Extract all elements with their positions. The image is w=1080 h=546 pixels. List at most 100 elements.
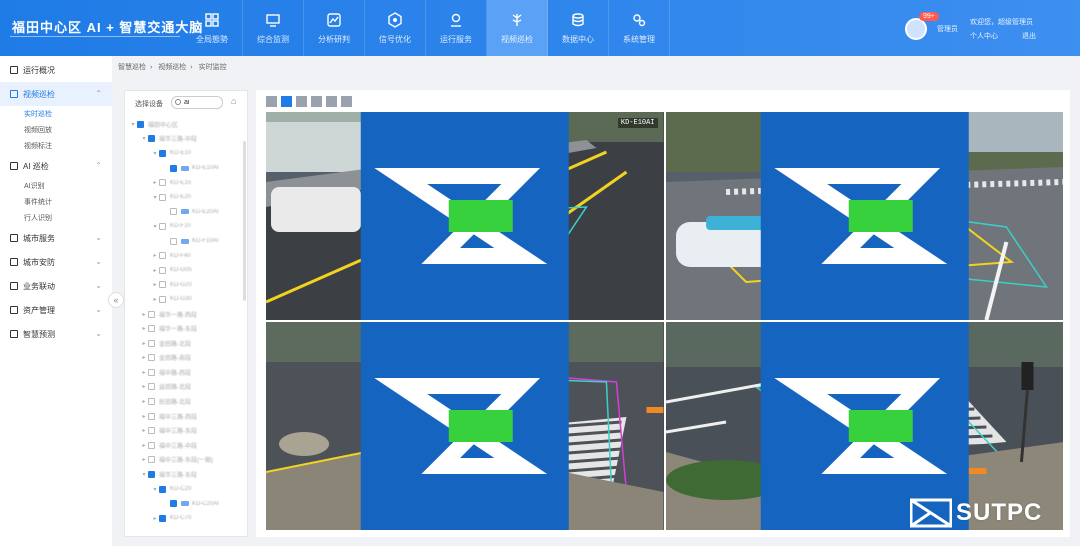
tree-toggle-icon[interactable]: ▾ xyxy=(151,194,159,201)
sidebar-collapse-button[interactable]: « xyxy=(108,292,124,308)
tree-checkbox[interactable] xyxy=(159,179,166,187)
tree-toggle-icon[interactable]: ▸ xyxy=(151,252,159,259)
camera-tile-3[interactable] xyxy=(266,322,664,530)
tree-toggle-icon[interactable]: ▸ xyxy=(140,340,148,347)
tree-checkbox[interactable] xyxy=(148,368,155,376)
tree-node[interactable]: ▾ 福华三路-东段 xyxy=(125,467,243,482)
sidebar-item-1[interactable]: 运行概况 xyxy=(0,58,112,82)
tree-toggle-icon[interactable]: ▾ xyxy=(129,121,137,128)
tree-node[interactable]: ▸ 金田路-北段 xyxy=(125,336,243,351)
building-icon[interactable]: ⌂ xyxy=(231,97,240,106)
tree-toggle-icon[interactable]: ▸ xyxy=(140,383,148,390)
breadcrumb-item[interactable]: 视频巡检 xyxy=(158,64,186,71)
tree-checkbox[interactable] xyxy=(148,135,155,143)
tree-checkbox[interactable] xyxy=(159,149,166,157)
tree-node[interactable]: ▸ 福中三路-东段 xyxy=(125,423,243,438)
nav-item-4[interactable]: 信号优化 xyxy=(365,0,426,56)
tree-toggle-icon[interactable]: ▸ xyxy=(151,515,159,522)
personal-center-link[interactable]: 个人中心 xyxy=(970,31,998,41)
tree-checkbox[interactable] xyxy=(159,295,166,303)
tree-toggle-icon[interactable]: ▸ xyxy=(140,427,148,434)
tree-toggle-icon[interactable]: ▾ xyxy=(140,135,148,142)
tree-toggle-icon[interactable]: ▸ xyxy=(151,296,159,303)
tree-node[interactable]: ▸ 福中路-西段 xyxy=(125,365,243,380)
tree-toggle-icon[interactable]: ▸ xyxy=(140,325,148,332)
tree-checkbox[interactable] xyxy=(159,252,166,260)
tree-node[interactable]: ▸ 民田路-北段 xyxy=(125,394,243,409)
tree-checkbox[interactable] xyxy=(148,441,155,449)
nav-item-3[interactable]: 分析研判 xyxy=(304,0,365,56)
camera-tile-2[interactable] xyxy=(665,112,1063,320)
tree-checkbox[interactable] xyxy=(148,383,155,391)
nav-item-8[interactable]: 系统管理 xyxy=(609,0,670,56)
tree-checkbox[interactable] xyxy=(159,193,166,201)
nav-item-6[interactable]: 视频巡检 xyxy=(487,0,548,56)
tree-node[interactable]: ▸ KD-E15 xyxy=(125,175,243,190)
tree-node[interactable]: ▸ 福中三路-中段 xyxy=(125,438,243,453)
tree-checkbox[interactable] xyxy=(170,237,177,245)
tree-checkbox[interactable] xyxy=(148,471,155,479)
tree-toggle-icon[interactable]: ▸ xyxy=(140,442,148,449)
tree-node[interactable]: ▸ KD-C70 xyxy=(125,511,243,526)
sidebar-subitem[interactable]: 视频标注 xyxy=(0,138,112,154)
tree-toggle-icon[interactable]: ▾ xyxy=(151,223,159,230)
tree-checkbox[interactable] xyxy=(170,500,177,508)
layout-option-4x4[interactable] xyxy=(326,96,337,107)
tree-checkbox[interactable] xyxy=(148,339,155,347)
tree-checkbox[interactable] xyxy=(159,485,166,493)
tree-node[interactable]: ▾ KD-C20 xyxy=(125,482,243,497)
tree-node[interactable]: KD-C20AI xyxy=(125,496,243,511)
tree-toggle-icon[interactable]: ▸ xyxy=(140,369,148,376)
layout-option-2x2[interactable] xyxy=(281,96,292,107)
tree-node[interactable]: ▾ 福华三路-中段 xyxy=(125,132,243,147)
layout-option-1+5[interactable] xyxy=(296,96,307,107)
tree-toggle-icon[interactable]: ▸ xyxy=(140,413,148,420)
tree-node[interactable]: ▸ 益田路-北段 xyxy=(125,380,243,395)
nav-item-1[interactable]: 全局態勢 xyxy=(182,0,243,56)
notification-badge[interactable]: 99+ xyxy=(919,12,939,21)
camera-tile-1[interactable]: KD-E10AI xyxy=(266,112,664,320)
breadcrumb-item[interactable]: 智慧巡检 xyxy=(118,64,146,71)
tree-checkbox[interactable] xyxy=(159,222,166,230)
tree-node[interactable]: ▸ KD-F40 xyxy=(125,248,243,263)
tree-node[interactable]: ▸ 福中三路-东段(一期) xyxy=(125,453,243,468)
sidebar-subitem[interactable]: 实时巡检 xyxy=(0,106,112,122)
nav-item-7[interactable]: 数据中心 xyxy=(548,0,609,56)
tree-toggle-icon[interactable]: ▾ xyxy=(151,486,159,493)
tree-toggle-icon[interactable]: ▸ xyxy=(140,311,148,318)
tree-checkbox[interactable] xyxy=(170,164,177,172)
tree-checkbox[interactable] xyxy=(170,208,177,216)
tree-scrollbar[interactable] xyxy=(243,141,246,301)
tree-node[interactable]: ▸ 福中三路-西段 xyxy=(125,409,243,424)
sidebar-item-5[interactable]: 城市安防 ⌄ xyxy=(0,250,112,274)
sidebar-item-3[interactable]: AI 巡检 ⌃ xyxy=(0,154,112,178)
tree-toggle-icon[interactable]: ▾ xyxy=(140,471,148,478)
tree-node[interactable]: ▾ KD-E20 xyxy=(125,190,243,205)
sidebar-item-4[interactable]: 城市服务 ⌄ xyxy=(0,226,112,250)
tree-checkbox[interactable] xyxy=(148,456,155,464)
sidebar-item-6[interactable]: 业务联动 ⌄ xyxy=(0,274,112,298)
tree-toggle-icon[interactable]: ▸ xyxy=(140,398,148,405)
tree-checkbox[interactable] xyxy=(148,412,155,420)
sidebar-item-7[interactable]: 资产管理 ⌄ xyxy=(0,298,112,322)
tree-checkbox[interactable] xyxy=(137,120,144,128)
layout-option-5x5[interactable] xyxy=(341,96,352,107)
tree-node[interactable]: ▸ KD-G05 xyxy=(125,263,243,278)
tree-checkbox[interactable] xyxy=(148,427,155,435)
tree-checkbox[interactable] xyxy=(159,266,166,274)
tree-node[interactable]: ▾ KD-E10 xyxy=(125,146,243,161)
tree-checkbox[interactable] xyxy=(148,398,155,406)
tree-checkbox[interactable] xyxy=(148,354,155,362)
tree-checkbox[interactable] xyxy=(148,325,155,333)
tree-node[interactable]: KD-E20AI xyxy=(125,205,243,220)
tree-toggle-icon[interactable]: ▸ xyxy=(151,179,159,186)
layout-option-3x3[interactable] xyxy=(311,96,322,107)
nav-item-5[interactable]: 运行服务 xyxy=(426,0,487,56)
logout-link[interactable]: 退出 xyxy=(1022,31,1036,41)
tree-node[interactable]: ▸ KD-G30 xyxy=(125,292,243,307)
tree-toggle-icon[interactable]: ▸ xyxy=(151,281,159,288)
tree-node[interactable]: ▸ KD-G20 xyxy=(125,278,243,293)
sidebar-subitem[interactable]: AI识别 xyxy=(0,178,112,194)
sidebar-item-8[interactable]: 智慧预测 ⌄ xyxy=(0,322,112,346)
tree-node[interactable]: ▸ 福华一路-东段 xyxy=(125,321,243,336)
